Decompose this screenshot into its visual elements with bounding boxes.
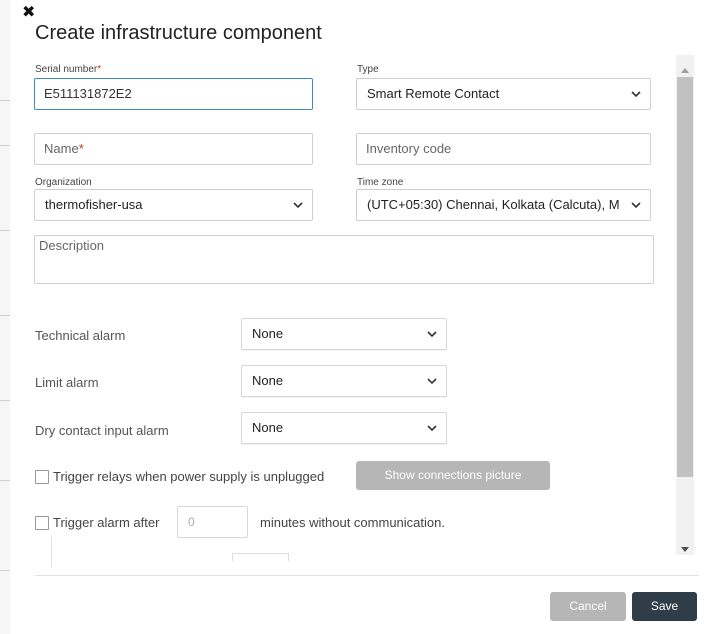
background-divider — [0, 480, 10, 481]
name-input[interactable]: Name* — [34, 133, 313, 165]
background-divider — [0, 100, 10, 101]
chevron-down-icon — [426, 422, 438, 434]
dry-contact-alarm-value: None — [252, 420, 284, 435]
type-select[interactable]: Smart Remote Contact — [356, 78, 651, 110]
trigger-relays-label: Trigger relays when power supply is unpl… — [53, 469, 325, 484]
background-divider — [0, 145, 10, 146]
chevron-down-icon — [292, 199, 304, 211]
required-mark: * — [97, 64, 102, 75]
background-divider — [0, 400, 10, 401]
scroll-down-icon[interactable] — [680, 541, 690, 552]
minutes-input[interactable]: 0 — [177, 506, 248, 538]
trigger-relays-checkbox[interactable] — [35, 470, 49, 484]
organization-value: thermofisher-usa — [45, 197, 143, 212]
serial-number-label-text: Serial number — [35, 64, 98, 75]
technical-alarm-label: Technical alarm — [35, 328, 126, 343]
serial-number-label: Serial number* — [35, 64, 101, 75]
name-placeholder: Name — [44, 141, 79, 156]
technical-alarm-value: None — [252, 326, 284, 341]
inventory-code-input[interactable]: Inventory code — [356, 133, 651, 165]
dialog-title: Create infrastructure component — [35, 22, 322, 44]
chevron-down-icon — [630, 88, 642, 100]
chevron-down-icon — [426, 328, 438, 340]
minutes-placeholder: 0 — [188, 515, 195, 529]
footer-divider — [35, 575, 699, 576]
technical-alarm-select[interactable]: None — [241, 318, 447, 350]
time-zone-label: Time zone — [357, 177, 404, 188]
limit-alarm-value: None — [252, 373, 284, 388]
description-placeholder: Description — [39, 238, 105, 253]
time-zone-value: (UTC+05:30) Chennai, Kolkata (Calcuta), … — [367, 197, 620, 212]
background-divider — [0, 230, 10, 231]
organization-select[interactable]: thermofisher-usa — [34, 189, 313, 221]
time-zone-select[interactable]: (UTC+05:30) Chennai, Kolkata (Calcuta), … — [356, 189, 651, 221]
serial-number-input[interactable]: E511131872E2 — [34, 78, 313, 110]
trigger-alarm-checkbox[interactable] — [35, 516, 49, 530]
show-connections-button[interactable]: Show connections picture — [356, 461, 550, 490]
dry-contact-alarm-label: Dry contact input alarm — [35, 423, 169, 438]
minutes-suffix: minutes without communication. — [260, 515, 445, 530]
limit-alarm-select[interactable]: None — [241, 365, 447, 397]
type-value: Smart Remote Contact — [367, 86, 500, 101]
serial-number-value: E511131872E2 — [44, 86, 132, 101]
partial-input — [232, 553, 289, 561]
cancel-button[interactable]: Cancel — [550, 592, 626, 621]
organization-label: Organization — [35, 177, 92, 188]
indent-guide — [51, 537, 52, 567]
background-divider — [0, 315, 10, 316]
required-mark: * — [78, 141, 84, 156]
description-textarea[interactable]: Description — [34, 235, 654, 284]
inventory-code-placeholder: Inventory code — [366, 141, 452, 156]
limit-alarm-label: Limit alarm — [35, 375, 99, 390]
chevron-down-icon — [630, 199, 642, 211]
type-label: Type — [357, 64, 379, 75]
chevron-down-icon — [426, 375, 438, 387]
scroll-up-icon[interactable] — [680, 61, 690, 73]
scrollbar-thumb[interactable] — [677, 77, 693, 477]
close-icon[interactable]: ✖ — [22, 5, 35, 21]
dry-contact-alarm-select[interactable]: None — [241, 412, 447, 444]
save-button[interactable]: Save — [632, 592, 697, 621]
background-divider — [0, 570, 10, 571]
background-page — [0, 0, 10, 634]
trigger-alarm-label: Trigger alarm after — [53, 515, 160, 530]
